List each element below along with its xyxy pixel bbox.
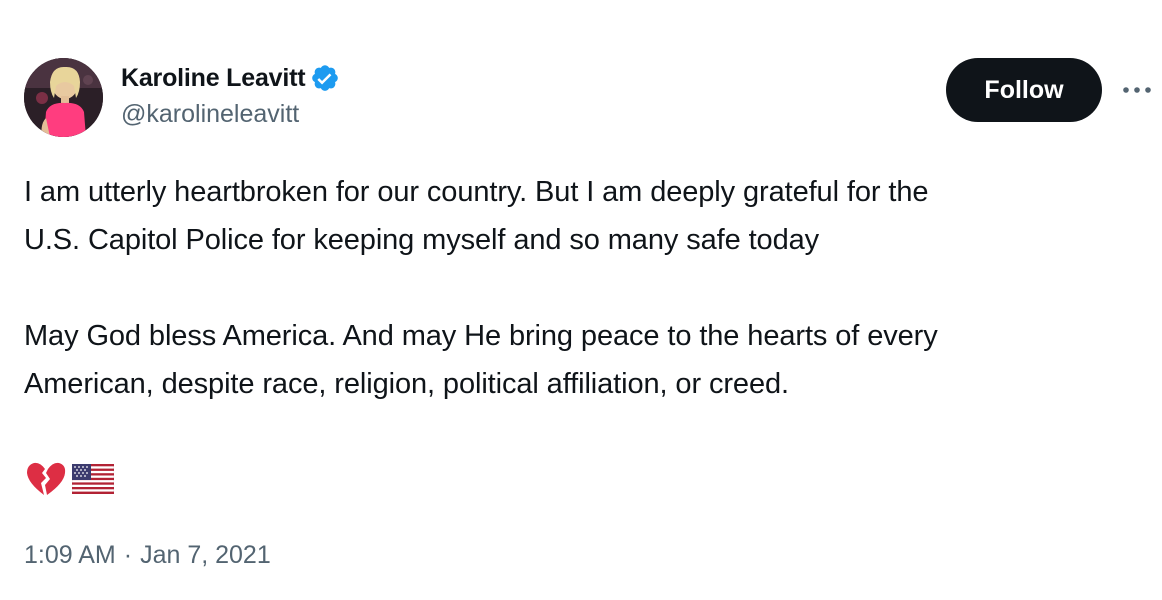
follow-button[interactable]: Follow	[946, 58, 1102, 122]
tweet-card: Karoline Leavitt @karolineleavitt Follow…	[0, 0, 1162, 600]
timestamp-separator: ·	[123, 540, 133, 569]
timestamp-date[interactable]: Jan 7, 2021	[140, 541, 271, 570]
more-horizontal-icon[interactable]	[1120, 78, 1154, 102]
tweet-text-line: U.S. Capitol Police for keeping myself a…	[24, 224, 820, 256]
name-row: Karoline Leavitt	[121, 60, 340, 96]
tweet-text: I am utterly heartbroken for our country…	[24, 168, 1144, 408]
tweet-text-line: American, despite race, religion, politi…	[24, 368, 789, 400]
broken-heart-icon	[26, 461, 66, 502]
display-name[interactable]: Karoline Leavitt	[121, 64, 306, 93]
tweet-text-line: May God bless America. And may He bring …	[24, 320, 938, 352]
author-handle[interactable]: @karolineleavitt	[121, 100, 340, 129]
avatar-image	[24, 58, 103, 137]
avatar[interactable]	[24, 58, 103, 137]
tweet-text-line: I am utterly heartbroken for our country…	[24, 176, 929, 208]
emoji-row	[26, 461, 115, 502]
us-flag-icon	[71, 463, 115, 499]
verified-badge-icon[interactable]	[310, 63, 340, 93]
tweet-header: Karoline Leavitt @karolineleavitt Follow	[24, 58, 1151, 142]
timestamp-time[interactable]: 1:09 AM	[24, 541, 116, 570]
tweet-timestamp: 1:09 AM · Jan 7, 2021	[24, 535, 271, 575]
author-info: Karoline Leavitt @karolineleavitt	[121, 60, 340, 129]
